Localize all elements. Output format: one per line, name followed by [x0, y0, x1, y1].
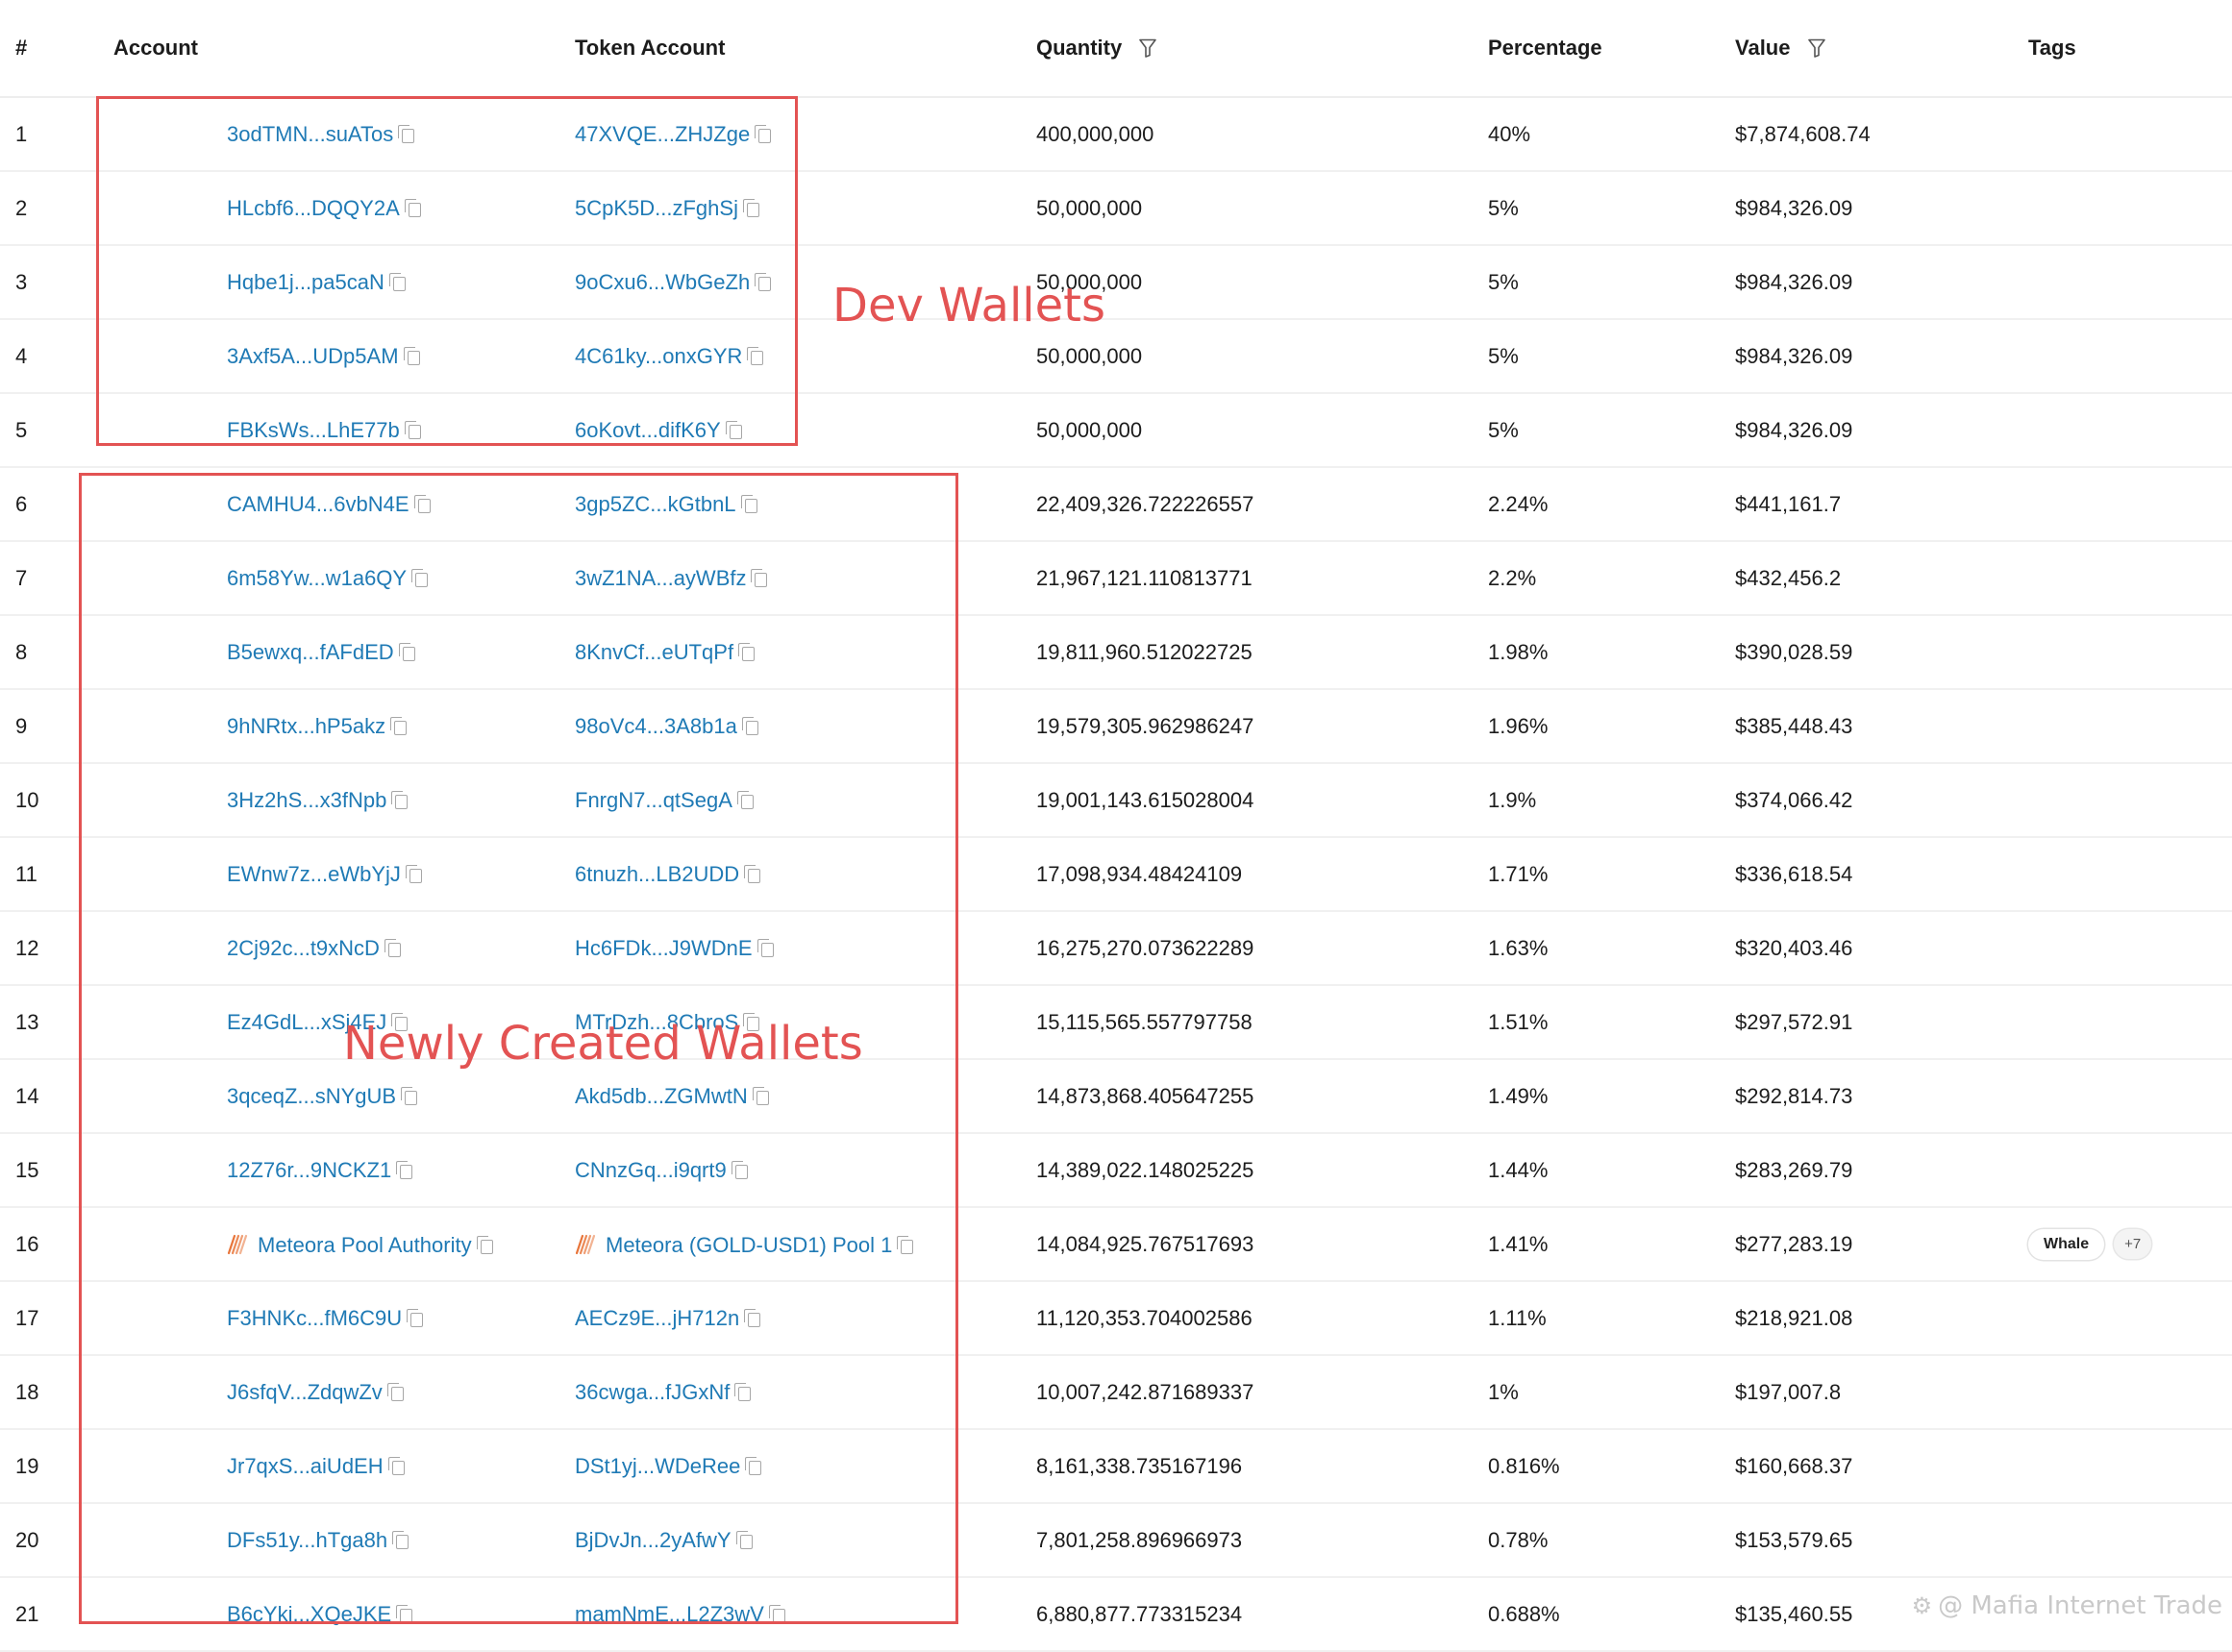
percentage-cell: 1.51%	[1488, 985, 1735, 1060]
percentage-cell: 1.11%	[1488, 1281, 1735, 1356]
watermark: ⚙ @ Mafia Internet Trade	[1911, 1591, 2222, 1620]
gear-icon: ⚙	[1911, 1592, 1933, 1619]
value-cell: $7,874,608.74	[1735, 97, 2028, 172]
value-cell: $160,668.37	[1735, 1429, 2028, 1504]
quantity-cell: 400,000,000	[1036, 97, 1488, 172]
tags-cell	[2028, 1429, 2232, 1504]
dev-wallets-highlight-box	[96, 96, 798, 446]
col-header-token-account[interactable]: Token Account	[575, 0, 1036, 98]
quantity-cell: 16,275,270.073622289	[1036, 911, 1488, 986]
tags-cell	[2028, 467, 2232, 542]
value-cell: $277,283.19	[1735, 1207, 2028, 1282]
percentage-cell: 2.24%	[1488, 467, 1735, 542]
percentage-cell: 1.96%	[1488, 689, 1735, 764]
filter-icon[interactable]	[1807, 38, 1825, 63]
percentage-cell: 1.9%	[1488, 763, 1735, 838]
tags-cell	[2028, 615, 2232, 690]
percentage-cell: 0.78%	[1488, 1503, 1735, 1578]
percentage-cell: 40%	[1488, 97, 1735, 172]
filter-icon[interactable]	[1139, 38, 1157, 63]
table-header-row: # Account Token Account Quantity Percent…	[0, 0, 2232, 98]
percentage-cell: 1.49%	[1488, 1059, 1735, 1134]
percentage-cell: 1.41%	[1488, 1207, 1735, 1282]
col-header-account[interactable]: Account	[113, 0, 575, 98]
quantity-cell: 19,001,143.615028004	[1036, 763, 1488, 838]
quantity-cell: 21,967,121.110813771	[1036, 541, 1488, 616]
percentage-cell: 5%	[1488, 319, 1735, 394]
value-cell: $441,161.7	[1735, 467, 2028, 542]
tags-cell	[2028, 319, 2232, 394]
tags-cell	[2028, 245, 2232, 320]
quantity-cell: 6,880,877.773315234	[1036, 1577, 1488, 1652]
quantity-cell: 7,801,258.896966973	[1036, 1503, 1488, 1578]
tags-cell	[2028, 837, 2232, 912]
value-cell: $297,572.91	[1735, 985, 2028, 1060]
percentage-cell: 1.44%	[1488, 1133, 1735, 1208]
tags-cell	[2028, 1503, 2232, 1578]
quantity-cell: 14,084,925.767517693	[1036, 1207, 1488, 1282]
percentage-cell: 5%	[1488, 245, 1735, 320]
col-header-value[interactable]: Value	[1735, 0, 2028, 98]
quantity-cell: 50,000,000	[1036, 171, 1488, 246]
percentage-cell: 0.688%	[1488, 1577, 1735, 1652]
value-cell: $984,326.09	[1735, 245, 2028, 320]
tags-cell	[2028, 689, 2232, 764]
percentage-cell: 1.71%	[1488, 837, 1735, 912]
quantity-cell: 17,098,934.48424109	[1036, 837, 1488, 912]
quantity-cell: 14,389,022.148025225	[1036, 1133, 1488, 1208]
value-cell: $218,921.08	[1735, 1281, 2028, 1356]
quantity-cell: 10,007,242.871689337	[1036, 1355, 1488, 1430]
col-header-rank: #	[0, 0, 113, 98]
tags-cell	[2028, 393, 2232, 468]
percentage-cell: 2.2%	[1488, 541, 1735, 616]
new-wallets-annotation: Newly Created Wallets	[343, 1017, 863, 1071]
value-cell: $292,814.73	[1735, 1059, 2028, 1134]
value-cell: $153,579.65	[1735, 1503, 2028, 1578]
quantity-cell: 15,115,565.557797758	[1036, 985, 1488, 1060]
value-cell: $336,618.54	[1735, 837, 2028, 912]
tags-cell	[2028, 763, 2232, 838]
value-cell: $984,326.09	[1735, 319, 2028, 394]
tags-cell	[2028, 1059, 2232, 1134]
value-cell: $197,007.8	[1735, 1355, 2028, 1430]
percentage-cell: 1%	[1488, 1355, 1735, 1430]
col-header-quantity[interactable]: Quantity	[1036, 0, 1488, 98]
quantity-cell: 11,120,353.704002586	[1036, 1281, 1488, 1356]
value-cell: $283,269.79	[1735, 1133, 2028, 1208]
tags-cell	[2028, 1281, 2232, 1356]
tags-cell	[2028, 97, 2232, 172]
tags-cell	[2028, 985, 2232, 1060]
value-cell: $984,326.09	[1735, 393, 2028, 468]
quantity-cell: 22,409,326.722226557	[1036, 467, 1488, 542]
percentage-cell: 5%	[1488, 393, 1735, 468]
tags-cell: Whale +7	[2028, 1207, 2232, 1282]
tags-cell	[2028, 171, 2232, 246]
percentage-cell: 1.98%	[1488, 615, 1735, 690]
tags-cell	[2028, 1355, 2232, 1430]
value-cell: $984,326.09	[1735, 171, 2028, 246]
col-header-percentage[interactable]: Percentage	[1488, 0, 1735, 98]
percentage-cell: 0.816%	[1488, 1429, 1735, 1504]
tags-cell	[2028, 911, 2232, 986]
holders-page: # Account Token Account Quantity Percent…	[0, 0, 2232, 1652]
dev-wallets-annotation: Dev Wallets	[832, 279, 1105, 333]
col-header-tags: Tags	[2028, 0, 2232, 98]
tags-cell	[2028, 1133, 2232, 1208]
quantity-cell: 50,000,000	[1036, 393, 1488, 468]
value-cell: $320,403.46	[1735, 911, 2028, 986]
value-cell: $432,456.2	[1735, 541, 2028, 616]
tag-more-badge[interactable]: +7	[2114, 1228, 2152, 1259]
value-cell: $385,448.43	[1735, 689, 2028, 764]
tags-cell	[2028, 541, 2232, 616]
quantity-cell: 19,811,960.512022725	[1036, 615, 1488, 690]
quantity-cell: 14,873,868.405647255	[1036, 1059, 1488, 1134]
quantity-cell: 19,579,305.962986247	[1036, 689, 1488, 764]
quantity-cell: 8,161,338.735167196	[1036, 1429, 1488, 1504]
percentage-cell: 1.63%	[1488, 911, 1735, 986]
tag-badge-whale[interactable]: Whale	[2028, 1228, 2105, 1260]
percentage-cell: 5%	[1488, 171, 1735, 246]
value-cell: $390,028.59	[1735, 615, 2028, 690]
value-cell: $374,066.42	[1735, 763, 2028, 838]
